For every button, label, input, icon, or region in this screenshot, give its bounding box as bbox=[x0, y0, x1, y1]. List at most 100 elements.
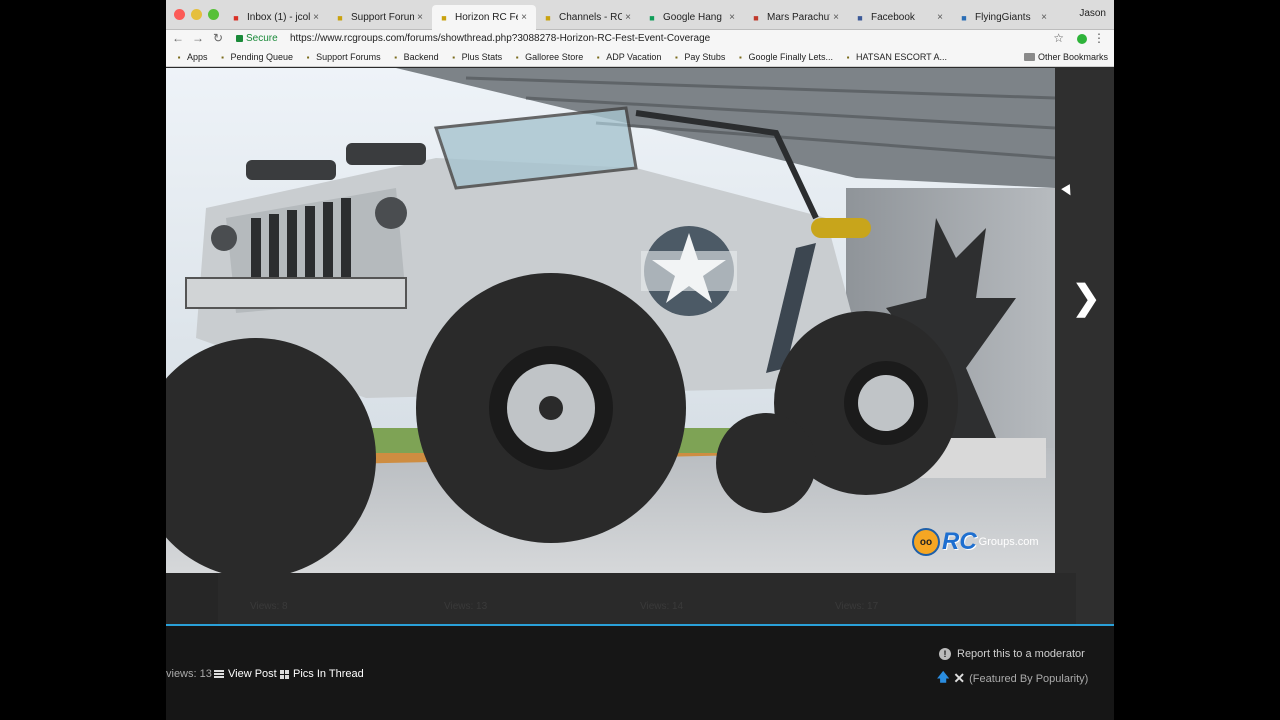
rcgroups-mascot-icon: oo bbox=[912, 528, 940, 556]
bookmark-item[interactable]: ▪ Backend bbox=[391, 52, 439, 62]
minimize-window-button[interactable] bbox=[191, 9, 202, 20]
adp-icon: ▪ bbox=[596, 52, 600, 62]
bookmark-item[interactable]: ▪ Pending Queue bbox=[218, 52, 294, 62]
pics-in-thread-label: Pics In Thread bbox=[293, 668, 364, 680]
thumb-views[interactable]: Views: 8 bbox=[250, 601, 288, 612]
thumb-views[interactable]: Views: 17 bbox=[835, 601, 878, 612]
tab-label: FlyingGiants bbox=[975, 12, 1031, 23]
bookmark-item[interactable]: ▪ Google Finally Lets... bbox=[735, 52, 833, 62]
bookmark-label: Pending Queue bbox=[230, 52, 294, 62]
bookmark-item[interactable]: ▪ Galloree Store bbox=[512, 52, 583, 62]
back-icon[interactable]: ← bbox=[170, 31, 186, 45]
tab-close-icon[interactable]: × bbox=[414, 12, 426, 23]
close-window-button[interactable] bbox=[174, 9, 185, 20]
bookmarks-bar: ▪ Apps ▪ Pending Queue ▪ Support Forums ▪ Backe… bbox=[166, 48, 1114, 67]
bookmark-item[interactable]: ▪ Plus Stats bbox=[449, 52, 503, 62]
report-moderator-link[interactable]: ! Report this to a moderator bbox=[939, 648, 1085, 660]
bookmark-item[interactable]: ▪ ADP Vacation bbox=[593, 52, 662, 62]
tab-close-icon[interactable]: × bbox=[310, 12, 322, 23]
bookmark-label: HATSAN ESCORT A... bbox=[855, 52, 948, 62]
bookmark-list: ▪ Apps ▪ Pending Queue ▪ Support Forums ▪ Backe… bbox=[174, 52, 957, 62]
tab-close-icon[interactable]: × bbox=[622, 12, 634, 23]
browser-tab[interactable]: ■ Channels - RC G× bbox=[536, 5, 640, 30]
bookmark-label: Backend bbox=[403, 52, 439, 62]
bookmark-item[interactable]: ▪ Support Forums bbox=[303, 52, 381, 62]
browser-tab[interactable]: ■ FlyingGiants × bbox=[952, 5, 1056, 30]
bookmark-item[interactable]: ▪ HATSAN ESCORT A... bbox=[843, 52, 947, 62]
tab-label: Channels - RC G bbox=[559, 12, 622, 23]
viewer-right-panel bbox=[1055, 68, 1114, 624]
g-icon: ▪ bbox=[515, 52, 519, 62]
browser-tab[interactable]: ■ Horizon RC Fest× bbox=[432, 5, 536, 30]
tab-close-icon[interactable]: × bbox=[830, 12, 842, 23]
rcgroups-icon: ■ bbox=[441, 12, 447, 23]
browser-tab[interactable]: ■ Google Hang × bbox=[640, 5, 744, 30]
browser-tab[interactable]: ■ Inbox (1) - jcole × bbox=[224, 5, 328, 30]
bookmark-label: Support Forums bbox=[316, 52, 381, 62]
browser-tab[interactable]: ■ Support Forums× bbox=[328, 5, 432, 30]
view-post-button[interactable]: View Post bbox=[214, 668, 277, 680]
tab-close-icon[interactable]: × bbox=[726, 12, 738, 23]
bookmark-label: ADP Vacation bbox=[606, 52, 662, 62]
view-post-label: View Post bbox=[228, 668, 277, 680]
g-icon: ▪ bbox=[739, 52, 742, 62]
viewer-bottom-bar: views: 13 View Post Pics In Thread ! Rep… bbox=[166, 626, 1114, 720]
address-toolbar: ← → ↻ Secure https://www.rcgroups.com/fo… bbox=[166, 30, 1114, 48]
tab-label: Inbox (1) - jcole bbox=[247, 12, 310, 23]
apps-grid-icon: ▪ bbox=[177, 52, 181, 62]
bookmark-label: Pay Stubs bbox=[684, 52, 726, 62]
upvote-arrow-icon[interactable]: 🡅 bbox=[937, 668, 949, 689]
forward-icon[interactable]: → bbox=[190, 31, 206, 45]
browser-tab[interactable]: ■ Facebook × bbox=[848, 5, 952, 30]
bookmark-item[interactable]: ▪ Apps bbox=[174, 52, 208, 62]
rcgroups-icon: ▪ bbox=[306, 52, 310, 62]
thumb-views[interactable]: Views: 14 bbox=[640, 601, 683, 612]
rcgroups-icon: ■ bbox=[545, 12, 551, 23]
secure-label: Secure bbox=[246, 33, 278, 44]
close-icon[interactable]: ✕ bbox=[953, 670, 965, 687]
extension-icon[interactable] bbox=[1077, 34, 1087, 44]
views-count: views: 13 bbox=[166, 668, 212, 680]
rcgroups-icon: ▪ bbox=[394, 52, 398, 62]
sheets-icon: ▪ bbox=[452, 52, 456, 62]
menu-kebab-icon[interactable]: ⋮ bbox=[1093, 31, 1105, 45]
thumbnail-strip: Views: 8 Views: 13 Views: 14 Views: 17 bbox=[166, 573, 1076, 624]
url-field[interactable]: https://www.rcgroups.com/forums/showthre… bbox=[290, 33, 710, 44]
jeep-photo-illustration bbox=[166, 68, 1055, 573]
tab-label: Google Hang bbox=[663, 12, 722, 23]
reload-icon[interactable]: ↻ bbox=[210, 31, 226, 45]
thumbnail-strip-inner: Views: 8 Views: 13 Views: 14 Views: 17 bbox=[218, 573, 1076, 624]
bookmark-label: Google Finally Lets... bbox=[748, 52, 833, 62]
folder-icon bbox=[1023, 53, 1035, 61]
bookmark-label: Galloree Store bbox=[525, 52, 584, 62]
rcgroups-icon: ■ bbox=[337, 12, 343, 23]
maximize-window-button[interactable] bbox=[208, 9, 219, 20]
bookmark-label: Apps bbox=[187, 52, 208, 62]
page-icon: ■ bbox=[753, 12, 759, 23]
list-icon bbox=[214, 670, 224, 678]
bookmark-item[interactable]: ▪ Pay Stubs bbox=[671, 52, 725, 62]
tab-close-icon[interactable]: × bbox=[518, 12, 530, 23]
tab-label: Support Forums bbox=[351, 12, 414, 23]
jeep-photo[interactable]: oo RC Groups.com bbox=[166, 68, 1055, 573]
bookmark-star-icon[interactable]: ☆ bbox=[1053, 31, 1064, 45]
pics-in-thread-button[interactable]: Pics In Thread bbox=[280, 668, 364, 680]
page-icon: ▪ bbox=[674, 52, 678, 62]
thumb-views[interactable]: Views: 13 bbox=[444, 601, 487, 612]
other-bookmarks-label: Other Bookmarks bbox=[1037, 52, 1108, 62]
hangouts-icon: ■ bbox=[649, 12, 655, 23]
tab-close-icon[interactable]: × bbox=[934, 12, 946, 23]
other-bookmarks[interactable]: Other Bookmarks bbox=[1023, 52, 1108, 62]
browser-tab[interactable]: ■ Mars Parachute× bbox=[744, 5, 848, 30]
browser-window: ■Inbox (1) - jcole×■Support Forums×■Hori… bbox=[166, 0, 1114, 720]
tab-label: Facebook bbox=[871, 12, 915, 23]
security-indicator[interactable]: Secure bbox=[236, 33, 278, 44]
next-image-chevron-icon[interactable]: ❯ bbox=[1072, 278, 1101, 318]
report-label: Report this to a moderator bbox=[957, 648, 1085, 660]
profile-name[interactable]: Jason bbox=[1079, 8, 1106, 19]
bookmark-label: Plus Stats bbox=[461, 52, 503, 62]
page-content: oo RC Groups.com ❯ Views: 8 Views: 13 Vi… bbox=[166, 68, 1114, 720]
tab-close-icon[interactable]: × bbox=[1038, 12, 1050, 23]
tab-label: Horizon RC Fest bbox=[455, 12, 518, 23]
watermark-rc: RC bbox=[942, 528, 977, 555]
